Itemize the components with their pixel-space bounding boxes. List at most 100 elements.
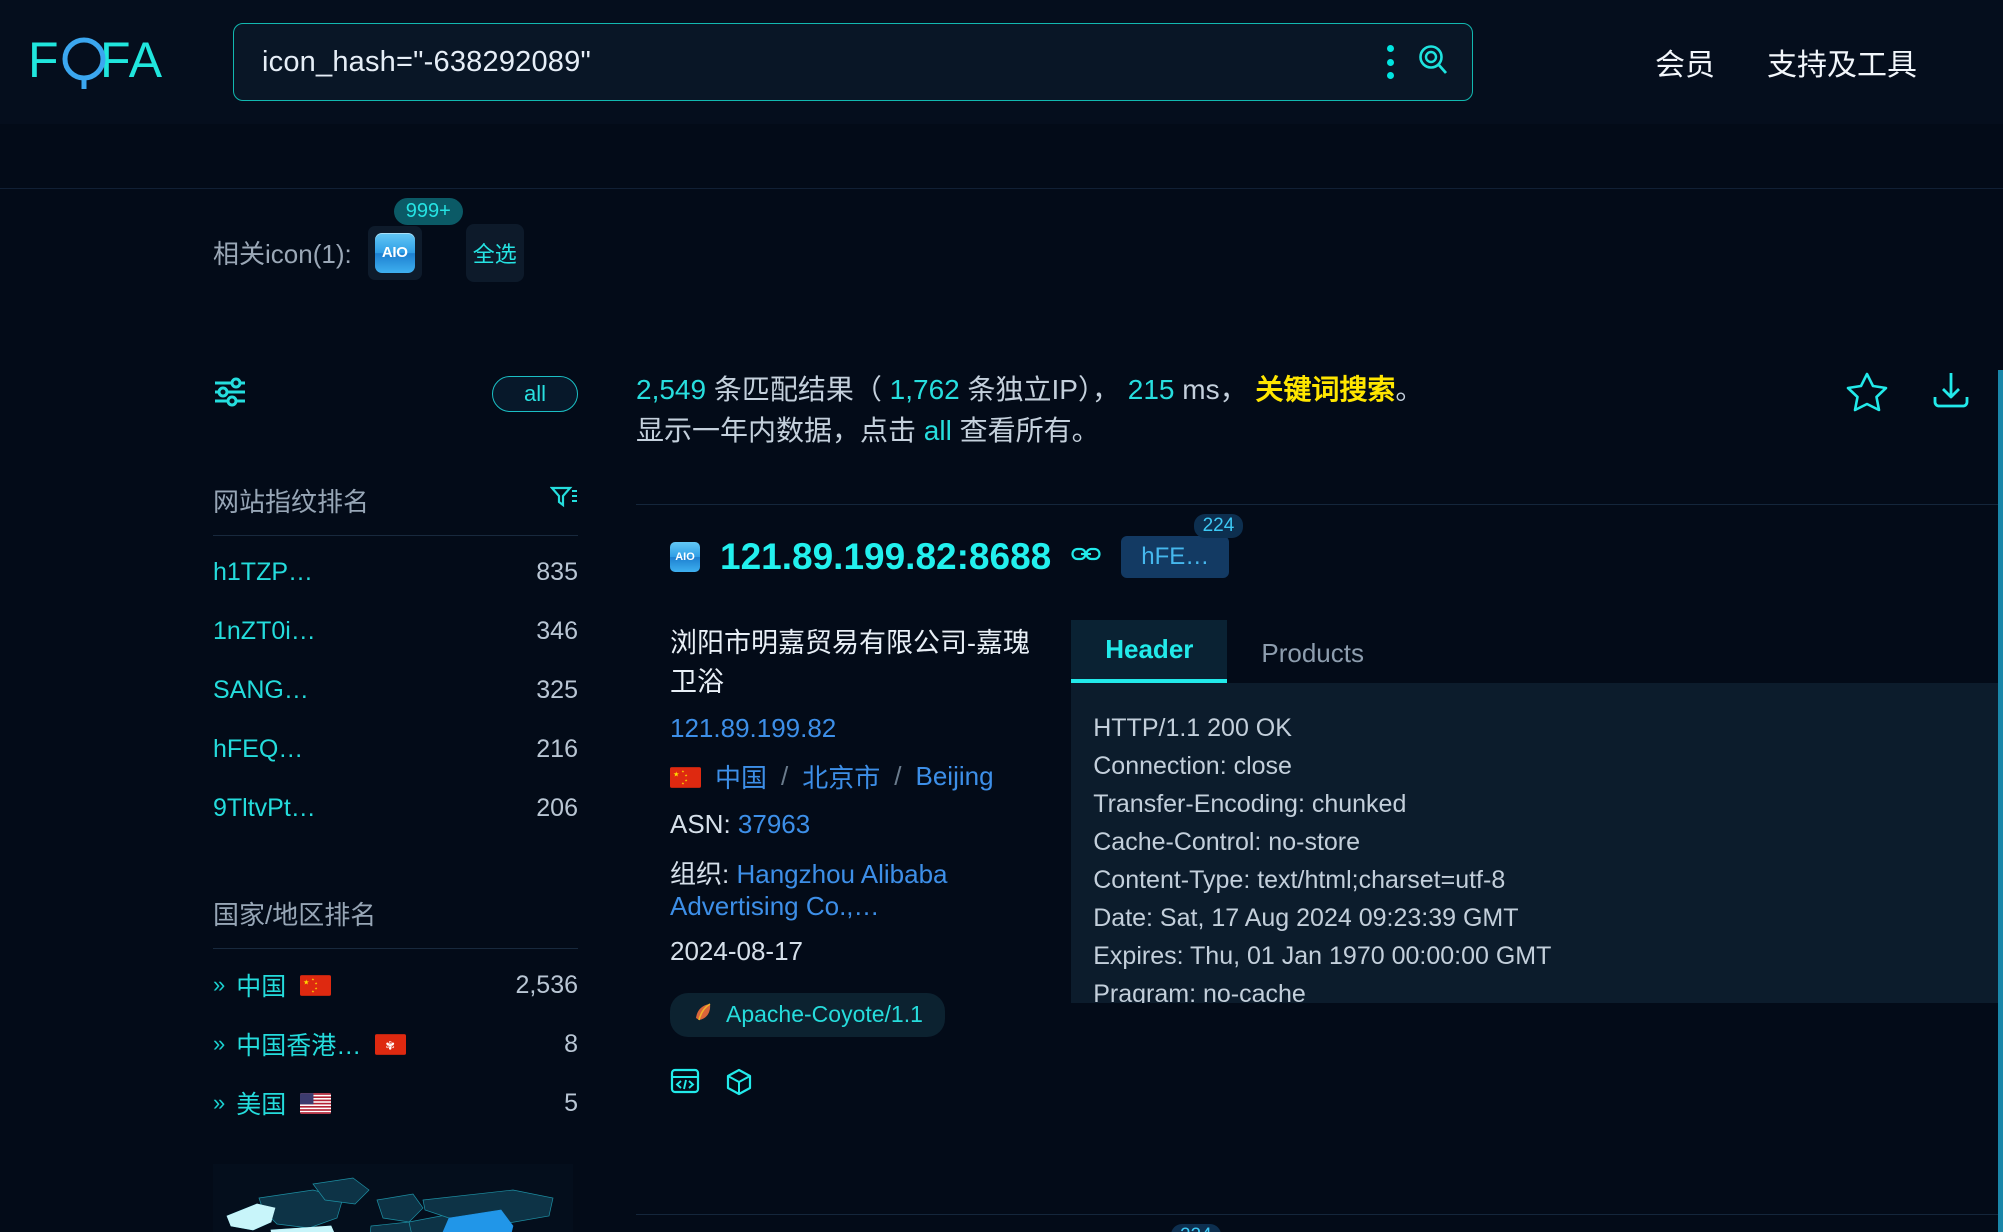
- related-icon-bar: 相关icon(1): 999+ AIO 全选: [0, 188, 2003, 316]
- summary-actions: [1845, 370, 2003, 417]
- search-type-label: 关键词搜索: [1255, 374, 1396, 405]
- select-all-button[interactable]: 全选: [465, 223, 524, 282]
- country-row-label[interactable]: 中国香港…: [236, 1026, 361, 1062]
- country-flag-icon: ★ ★ ★ ★ ★: [670, 761, 701, 792]
- chevron-right-icon: »: [213, 972, 225, 997]
- hint-prefix: 显示一年内数据，点击: [636, 414, 924, 446]
- fingerprint-row[interactable]: 9TltvPt… 206: [213, 785, 578, 831]
- query-time-unit: ms，: [1182, 374, 1248, 405]
- total-suffix: 条匹配结果（: [713, 374, 882, 405]
- sliders-icon[interactable]: [213, 377, 247, 412]
- query-time: 215: [1127, 374, 1175, 405]
- fingerprint-row-label[interactable]: 1nZT0i…: [213, 617, 316, 646]
- geo-separator: /: [894, 760, 902, 791]
- country-row-count: 2,536: [515, 970, 578, 999]
- svg-text:F: F: [28, 32, 60, 88]
- http-header-line: Pragram: no-cache: [1093, 979, 1306, 1003]
- scrollbar[interactable]: [1998, 370, 2003, 1232]
- http-header-line: Content-Type: text/html;charset=utf-8: [1093, 865, 1506, 894]
- geo-country-link[interactable]: 中国: [715, 758, 767, 795]
- result-card-header: AIO 121.89.199.82:8688 hFE… 224: [636, 505, 2003, 609]
- server-chip[interactable]: Apache-Coyote/1.1: [670, 992, 945, 1037]
- results-summary: 2,549 条匹配结果（ 1,762 条独立IP）， 215 ms， 关键词搜索…: [636, 370, 1423, 452]
- period: 。: [1395, 374, 1424, 405]
- fingerprint-tag[interactable]: hFE… 224: [1121, 513, 1244, 578]
- world-map[interactable]: [213, 1164, 573, 1232]
- fofa-logo[interactable]: F FA: [28, 31, 193, 93]
- country-row[interactable]: » 中国香港… ✾ 8: [213, 1021, 578, 1067]
- fingerprint-row[interactable]: h1TZP… 835: [213, 549, 578, 595]
- feather-icon: [692, 1001, 714, 1029]
- sidebar-header: all: [213, 370, 578, 418]
- sidebar: all 网站指纹排名 h1TZP… 835 1nZT0i… 346 SANG… 325 hF…: [213, 370, 578, 1232]
- summary-row: 2,549 条匹配结果（ 1,762 条独立IP）， 215 ms， 关键词搜索…: [636, 370, 2003, 452]
- nav-item-support-tools[interactable]: 支持及工具: [1767, 40, 1917, 84]
- all-toggle-pill[interactable]: all: [492, 376, 578, 412]
- org-link[interactable]: Hangzhou Alibaba Advertising Co.,…: [670, 859, 948, 921]
- result-info-column: 浏阳市明嘉贸易有限公司-嘉瑰卫浴 121.89.199.82 ★ ★ ★ ★ ★ 中国 / 北京市…: [670, 621, 1041, 1102]
- fingerprint-row-label[interactable]: SANG…: [213, 676, 309, 705]
- country-row-count: 5: [564, 1088, 578, 1117]
- vertical-dots-icon[interactable]: [1386, 45, 1394, 79]
- country-row-count: 8: [564, 1029, 578, 1058]
- unique-suffix: 条独立IP），: [967, 374, 1120, 405]
- country-row[interactable]: » 美国 5: [213, 1080, 578, 1126]
- fingerprint-row[interactable]: 1nZT0i… 346: [213, 608, 578, 654]
- result-site-title: 浏阳市明嘉贸易有限公司-嘉瑰卫浴: [670, 627, 1030, 697]
- main-nav: 会员 支持及工具: [1655, 40, 1917, 84]
- country-row-label[interactable]: 中国: [236, 967, 286, 1003]
- total-count: 2,549: [636, 374, 707, 405]
- result-asn: ASN: 37963: [670, 808, 811, 839]
- svg-text:★: ★: [673, 770, 679, 779]
- result-card-body: 浏阳市明嘉贸易有限公司-嘉瑰卫浴 121.89.199.82 ★ ★ ★ ★ ★ 中国 / 北京市…: [636, 370, 2003, 1232]
- fingerprint-row-count: 206: [536, 793, 578, 822]
- fingerprint-row-count: 346: [536, 616, 578, 645]
- fingerprint-row-label[interactable]: hFEQ…: [213, 735, 303, 764]
- icon-count-badge: 999+: [393, 197, 463, 225]
- search-input[interactable]: [262, 45, 1386, 79]
- cube-icon[interactable]: [724, 1067, 754, 1102]
- fingerprint-row-label[interactable]: h1TZP…: [213, 558, 313, 587]
- result-host[interactable]: 121.89.199.82:8688: [720, 536, 1051, 578]
- divider: [213, 535, 578, 536]
- fingerprint-row-count: 835: [536, 557, 578, 586]
- fingerprint-row-label[interactable]: 9TltvPt…: [213, 794, 316, 823]
- http-header-line: Transfer-Encoding: chunked: [1093, 789, 1407, 818]
- download-icon[interactable]: [1929, 370, 1973, 417]
- geo-separator: /: [781, 760, 789, 791]
- http-header-line: HTTP/1.1 200 OK: [1093, 713, 1292, 742]
- tab-header[interactable]: Header: [1071, 619, 1228, 683]
- nav-item-member[interactable]: 会员: [1655, 40, 1715, 84]
- result-org: 组织: Hangzhou Alibaba Advertising Co.,…: [670, 858, 948, 921]
- link-icon[interactable]: [1071, 545, 1101, 568]
- hint-all-link[interactable]: all: [924, 415, 952, 446]
- result-date: 2024-08-17: [670, 935, 803, 966]
- tab-products[interactable]: Products: [1227, 624, 1398, 683]
- geo-region-link[interactable]: 北京市: [802, 758, 880, 795]
- funnel-icon[interactable]: [549, 484, 578, 517]
- chevron-right-icon: »: [213, 1090, 225, 1115]
- divider: [213, 948, 578, 949]
- fingerprint-row[interactable]: hFEQ… 216: [213, 726, 578, 772]
- result-card: AIO27.46.86.119:8004hFE…224: [636, 1213, 2003, 1232]
- result-card: AIO 121.89.199.82:8688 hFE… 224 浏阳市明嘉贸易有限公司-…: [636, 370, 2003, 1232]
- result-ip-link[interactable]: 121.89.199.82: [670, 713, 1041, 744]
- http-header-panel[interactable]: HTTP/1.1 200 OK Connection: close Transfer…: [1071, 370, 2003, 1232]
- search-icon[interactable]: [1416, 43, 1450, 82]
- unique-ip-count: 1,762: [889, 374, 960, 405]
- asn-link[interactable]: 37963: [738, 809, 810, 839]
- country-title-text: 国家/地区排名: [213, 900, 377, 930]
- http-header-line: Date: Sat, 17 Aug 2024 09:23:39 GMT: [1093, 903, 1519, 932]
- main-content: 2,549 条匹配结果（ 1,762 条独立IP）， 215 ms， 关键词搜索…: [636, 370, 2003, 1232]
- geo-city-link[interactable]: Beijing: [916, 761, 994, 792]
- country-row-label[interactable]: 美国: [236, 1085, 286, 1121]
- code-window-icon[interactable]: [670, 1067, 700, 1102]
- search-box[interactable]: [233, 23, 1473, 101]
- http-header-line: Expires: Thu, 01 Jan 1970 00:00:00 GMT: [1093, 941, 1552, 970]
- fingerprint-section-title: 网站指纹排名: [213, 482, 578, 535]
- related-icon-thumb[interactable]: 999+ AIO: [367, 197, 463, 280]
- fingerprint-tag-badge: 224: [1170, 1223, 1221, 1232]
- country-row[interactable]: » 中国 ★ ★ ★ ★ ★ 2,536: [213, 962, 578, 1008]
- fingerprint-row[interactable]: SANG… 325: [213, 667, 578, 713]
- star-icon[interactable]: [1845, 370, 1889, 417]
